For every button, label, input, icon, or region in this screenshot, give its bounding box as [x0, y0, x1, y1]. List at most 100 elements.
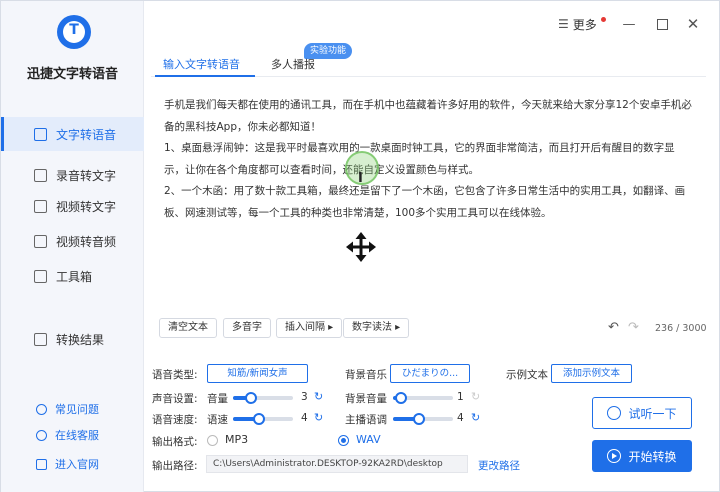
sidebar-item-video-to-audio[interactable]: 视频转音频 [1, 224, 144, 258]
pitch-value: 4 [457, 412, 464, 424]
tab-multi-speaker[interactable]: 多人播报 [271, 56, 315, 72]
insert-pause-button[interactable]: 插入间隔 ▸ [276, 318, 343, 338]
output-path-label: 输出路径: [152, 460, 198, 472]
output-path-field[interactable]: C:\Users\Administrator.DESKTOP-92KA2RD\d… [206, 455, 468, 473]
sound-settings-label: 声音设置: [152, 393, 198, 405]
maximize-button[interactable] [654, 15, 670, 33]
video-icon [34, 199, 47, 213]
footer-label: 进入官网 [55, 458, 99, 471]
change-path-link[interactable]: 更改路径 [478, 458, 520, 473]
speech-speed-label: 语音速度: [152, 414, 198, 426]
sidebar-item-label: 转换结果 [56, 332, 105, 347]
sidebar-item-label: 文字转语音 [56, 127, 117, 142]
rate-slider[interactable] [233, 413, 293, 425]
reset-rate-icon[interactable]: ↻ [314, 411, 323, 424]
bg-volume-slider-knob[interactable] [395, 392, 407, 404]
format-wav-label: WAV [356, 433, 381, 446]
listen-label: 试听一下 [628, 406, 677, 421]
sidebar-item-label: 录音转文字 [56, 168, 117, 183]
more-label: 更多 [572, 17, 597, 32]
editor-paragraph: 1、桌面悬浮闹钟：这是我平时最喜欢用的一款桌面时钟工具，它的界面非常简洁，而且打… [164, 142, 675, 176]
sidebar-footer-support[interactable]: 在线客服 [1, 424, 144, 446]
app-title: 迅捷文字转语音 [26, 67, 118, 82]
notification-dot [601, 17, 606, 22]
move-cursor-icon [346, 232, 376, 262]
recording-icon [34, 168, 47, 182]
text-cursor-icon: I [358, 171, 363, 186]
tab-active-indicator [155, 75, 255, 77]
editor-paragraph: 手机是我们每天都在使用的通讯工具，而在手机中也蕴藏着许多好用的软件，今天就来给大… [164, 99, 692, 133]
text-editor[interactable]: 手机是我们每天都在使用的通讯工具，而在手机中也蕴藏着许多好用的软件，今天就来给大… [152, 88, 708, 342]
maximize-icon [656, 18, 668, 30]
sidebar-item-label: 视频转音频 [56, 234, 117, 249]
pitch-label: 主播语调 [345, 414, 387, 426]
help-icon [36, 403, 47, 415]
result-icon [34, 332, 47, 346]
menu-icon: ☰ [558, 17, 569, 31]
bg-volume-value: 1 [457, 391, 464, 403]
volume-value: 3 [301, 391, 308, 403]
app-logo-icon: T [57, 15, 91, 49]
char-counter: 236 / 3000 [655, 323, 707, 334]
voice-type-label: 语音类型: [152, 369, 198, 381]
reset-pitch-icon[interactable]: ↻ [471, 411, 480, 424]
footer-label: 常见问题 [55, 403, 99, 416]
sidebar-item-toolbox[interactable]: 工具箱 [1, 259, 144, 293]
editor-paragraph: 2、一个木函：用了数十款工具箱，最终还是留下了一个木函，它包含了许多日常生活中的… [164, 185, 686, 219]
format-mp3-radio[interactable] [207, 435, 218, 446]
undo-icon[interactable]: ↶ [608, 320, 619, 335]
number-reading-button[interactable]: 数字读法 ▸ [343, 318, 410, 338]
support-icon [36, 429, 47, 441]
sidebar-item-results[interactable]: 转换结果 [1, 322, 144, 356]
voice-type-select[interactable]: 知筋/新闻女声 [207, 364, 308, 383]
minimize-icon: — [622, 16, 636, 32]
bgm-label: 背景音乐 [345, 369, 387, 381]
footer-label: 在线客服 [55, 429, 99, 442]
format-mp3-label: MP3 [225, 433, 249, 446]
pitch-slider-knob[interactable] [413, 413, 425, 425]
start-convert-button[interactable]: 开始转换 [592, 440, 692, 472]
reset-bg-volume-icon[interactable]: ↻ [471, 390, 480, 403]
minimize-button[interactable]: — [621, 15, 637, 33]
more-menu-button[interactable]: ☰ 更多 [558, 15, 597, 33]
sidebar-item-video-to-text[interactable]: 视频转文字 [1, 189, 144, 223]
toolbox-icon [34, 269, 47, 283]
sample-text-label: 示例文本 [506, 369, 548, 381]
listen-preview-button[interactable]: 试听一下 [592, 397, 692, 429]
text-to-speech-icon [34, 127, 47, 141]
sidebar-footer-faq[interactable]: 常见问题 [1, 398, 144, 420]
start-label: 开始转换 [628, 449, 677, 464]
sidebar-footer-website[interactable]: 进入官网 [1, 453, 144, 475]
clear-text-button[interactable]: 清空文本 [159, 318, 217, 338]
website-icon [36, 458, 47, 470]
bg-volume-label: 背景音量 [345, 393, 387, 405]
play-icon [607, 449, 622, 463]
output-format-label: 输出格式: [152, 436, 198, 448]
volume-slider-knob[interactable] [245, 392, 257, 404]
bgm-select[interactable]: ひだまりの... [390, 364, 470, 383]
pitch-slider[interactable] [393, 413, 453, 425]
close-icon: ✕ [686, 15, 700, 33]
close-button[interactable]: ✕ [685, 15, 701, 33]
headphones-icon [607, 406, 622, 420]
redo-icon[interactable]: ↷ [628, 320, 639, 335]
polyphone-button[interactable]: 多音字 [223, 318, 271, 338]
rate-label: 语速 [207, 414, 228, 426]
rate-value: 4 [301, 412, 308, 424]
tab-text-to-speech[interactable]: 输入文字转语音 [163, 56, 240, 72]
sidebar-item-text-to-speech[interactable]: 文字转语音 [1, 117, 144, 151]
app-window: T 迅捷文字转语音 文字转语音 录音转文字 视频转文字 视频转音频 工具箱 转换… [0, 0, 720, 492]
add-sample-text-button[interactable]: 添加示例文本 [551, 364, 632, 383]
sidebar-item-recording-to-text[interactable]: 录音转文字 [1, 158, 144, 192]
bg-volume-slider[interactable] [393, 392, 453, 404]
sidebar: T 迅捷文字转语音 文字转语音 录音转文字 视频转文字 视频转音频 工具箱 转换… [1, 1, 144, 492]
video-audio-icon [34, 234, 47, 248]
sidebar-item-label: 视频转文字 [56, 199, 117, 214]
volume-slider[interactable] [233, 392, 293, 404]
volume-label: 音量 [207, 393, 228, 405]
format-wav-radio[interactable] [338, 435, 349, 446]
editor-content[interactable]: 手机是我们每天都在使用的通讯工具，而在手机中也蕴藏着许多好用的软件，今天就来给大… [164, 95, 694, 224]
rate-slider-knob[interactable] [253, 413, 265, 425]
sidebar-item-label: 工具箱 [56, 269, 93, 284]
reset-volume-icon[interactable]: ↻ [314, 390, 323, 403]
